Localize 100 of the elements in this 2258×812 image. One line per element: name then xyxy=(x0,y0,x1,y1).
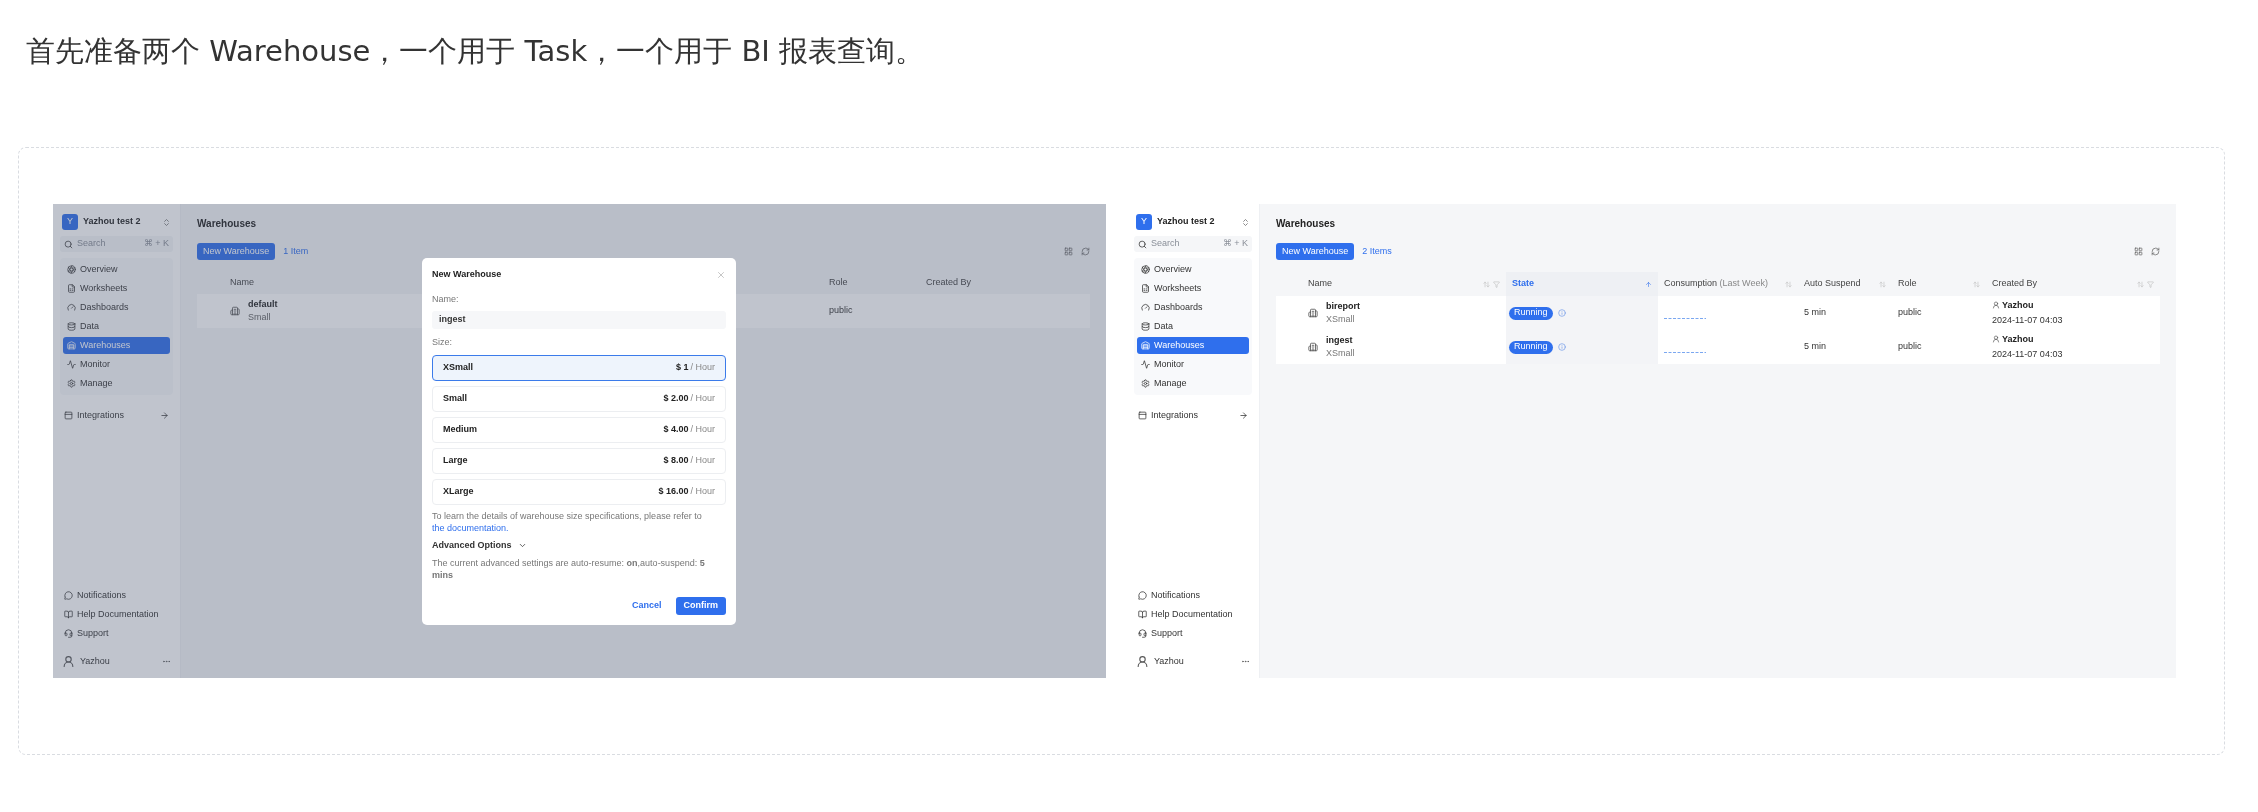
close-icon[interactable] xyxy=(716,269,726,280)
nav-item[interactable]: Notifications xyxy=(1134,587,1252,604)
user-avatar-icon xyxy=(62,654,75,668)
advanced-options-toggle[interactable]: Advanced Options xyxy=(432,538,726,552)
building-icon xyxy=(1308,342,1318,352)
org-name[interactable]: Yazhou test 2 xyxy=(83,215,157,229)
user-name: Yazhou xyxy=(80,654,111,668)
advanced-note: The current advanced settings are auto-resume: on,auto-suspend: 5 mins xyxy=(432,557,706,581)
role-cell-text: public xyxy=(828,304,854,318)
documentation-link[interactable]: the documentation. xyxy=(432,522,509,533)
price-unit: / Hour xyxy=(690,453,715,467)
table-row[interactable]: ingest XSmall Running 5 min public Yazhou 2024-11-07 04:03 xyxy=(1276,330,2160,364)
nav-item[interactable]: Data xyxy=(63,318,170,335)
sort-icon xyxy=(1785,280,1792,288)
auto-suspend-cell-text: 5 min xyxy=(1803,306,1827,320)
arrow-icon xyxy=(160,411,169,420)
pulse-icon xyxy=(67,360,76,369)
user-avatar-icon xyxy=(1992,301,2000,310)
size-option[interactable]: Small $ 2.00 / Hour xyxy=(432,385,726,412)
column-header[interactable]: Created By xyxy=(1986,272,2160,296)
nav-item[interactable]: Overview xyxy=(63,261,170,278)
chevrons-icon[interactable] xyxy=(1241,217,1250,227)
columns-icon[interactable] xyxy=(1064,247,1073,256)
page-title: Warehouses xyxy=(197,217,258,231)
nav-item[interactable]: Worksheets xyxy=(63,280,170,297)
columns-icon[interactable] xyxy=(2134,247,2143,256)
warehouse-size: XSmall xyxy=(1326,313,1356,326)
size-note: To learn the details of warehouse size specifications, please refer to the documentation. xyxy=(432,509,703,534)
settings-icon xyxy=(1141,379,1150,388)
nav-item[interactable]: Help Documentation xyxy=(60,606,173,623)
price-unit: / Hour xyxy=(690,360,715,374)
warehouse-size: XSmall xyxy=(1326,347,1355,360)
nav-item[interactable]: Overview xyxy=(1137,261,1249,278)
user-name: Yazhou xyxy=(1154,654,1185,668)
price: $ 2.00 xyxy=(663,391,689,405)
org-name[interactable]: Yazhou test 2 xyxy=(1157,215,1236,229)
user-avatar-icon xyxy=(1136,654,1149,668)
headset-icon xyxy=(64,629,73,638)
refresh-icon[interactable] xyxy=(2151,247,2160,256)
column-header[interactable]: Created By xyxy=(918,276,1090,290)
size-option[interactable]: XLarge $ 16.00 / Hour xyxy=(432,478,726,505)
filter-icon xyxy=(1493,280,1500,288)
size-option[interactable]: XSmall $ 1 / Hour xyxy=(432,354,726,381)
nav-item[interactable]: Support xyxy=(1134,625,1252,642)
spreadsheet-icon xyxy=(67,284,76,293)
chevrons-icon[interactable] xyxy=(162,217,171,227)
item-count[interactable]: 2 Items xyxy=(1362,244,1392,259)
gauge-icon xyxy=(1141,303,1150,312)
column-header[interactable]: State xyxy=(1506,272,1658,296)
nav-item[interactable]: Support xyxy=(60,625,173,642)
nav-item[interactable]: Monitor xyxy=(63,356,170,373)
nav-item[interactable]: Warehouses xyxy=(1137,337,1249,354)
size-option[interactable]: Large $ 8.00 / Hour xyxy=(432,447,726,474)
column-header[interactable]: Auto Suspend xyxy=(1798,272,1892,296)
size-option[interactable]: Medium $ 4.00 / Hour xyxy=(432,416,726,443)
confirm-button[interactable]: Confirm xyxy=(675,597,726,615)
warehouse-name: default xyxy=(248,297,278,311)
pulse-icon xyxy=(1141,360,1150,369)
created-time: 2024-11-07 04:03 xyxy=(1992,348,2064,361)
nav-item[interactable]: Monitor xyxy=(1137,356,1249,373)
cancel-button[interactable]: Cancel xyxy=(624,597,670,615)
name-field[interactable]: ingest xyxy=(432,311,726,329)
column-header[interactable]: Name xyxy=(1302,272,1506,296)
refresh-icon[interactable] xyxy=(1081,247,1090,256)
building-icon xyxy=(230,306,240,316)
price-unit: / Hour xyxy=(690,391,715,405)
info-icon[interactable] xyxy=(1557,343,1566,351)
nav-item[interactable]: Data xyxy=(1137,318,1249,335)
arrow-icon xyxy=(1239,411,1248,420)
sort-icon xyxy=(1879,280,1886,288)
status-badge: Running xyxy=(1509,340,1553,354)
sparkline xyxy=(1664,350,1706,354)
price: $ 1 xyxy=(675,360,689,374)
spreadsheet-icon xyxy=(1141,284,1150,293)
nav-item[interactable]: Integrations xyxy=(60,407,173,424)
shortcut-hint: ⌘ + K xyxy=(143,237,169,251)
auto-suspend-cell-text: 5 min xyxy=(1803,340,1827,354)
role-cell-text: public xyxy=(1897,340,1923,354)
nav-item[interactable]: Help Documentation xyxy=(1134,606,1252,623)
nav-item[interactable]: Integrations xyxy=(1134,407,1252,424)
new-warehouse-button[interactable]: New Warehouse xyxy=(1276,243,1355,260)
nav-item[interactable]: Notifications xyxy=(60,587,173,604)
nav-item[interactable]: Worksheets xyxy=(1137,280,1249,297)
nav-item[interactable]: Manage xyxy=(63,375,170,392)
info-icon[interactable] xyxy=(1557,309,1566,317)
column-header[interactable]: Consumption (Last Week) xyxy=(1658,272,1798,296)
created-time: 2024-11-07 04:03 xyxy=(1992,314,2064,327)
nav-item[interactable]: Manage xyxy=(1137,375,1249,392)
book-icon xyxy=(64,610,73,619)
nav-item[interactable]: Dashboards xyxy=(63,299,170,316)
column-header[interactable]: Role xyxy=(821,276,918,290)
nav-item[interactable]: Dashboards xyxy=(1137,299,1249,316)
chat-icon xyxy=(1138,591,1147,600)
table-row[interactable]: bireport XSmall Running 5 min public Yazhou 2024-11-07 04:03 xyxy=(1276,296,2160,330)
column-header[interactable]: Role xyxy=(1892,272,1986,296)
shortcut-hint: ⌘ + K xyxy=(1222,237,1248,251)
settings-icon xyxy=(67,379,76,388)
warehouse-icon xyxy=(67,341,76,350)
creator-name: Yazhou xyxy=(2002,332,2034,346)
sort-icon xyxy=(1483,280,1490,288)
